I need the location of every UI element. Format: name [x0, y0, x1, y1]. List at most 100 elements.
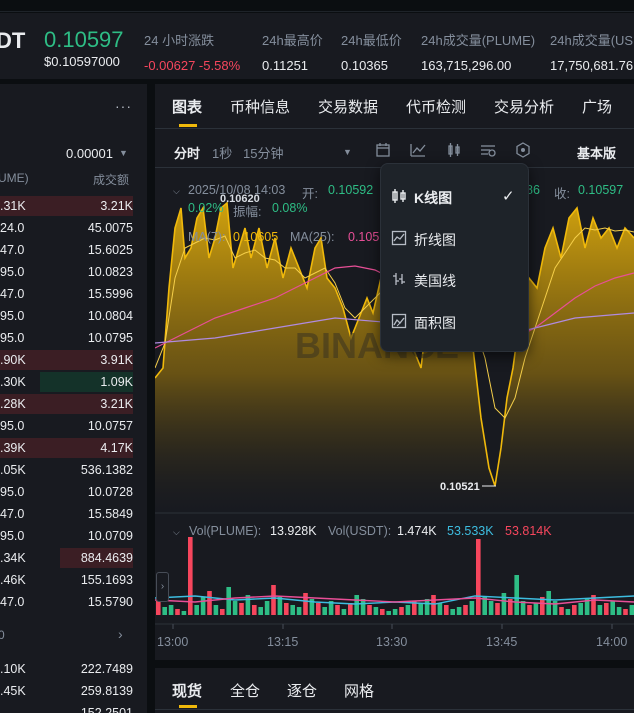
chevron-right-icon[interactable]: ›	[118, 626, 123, 642]
tab-spot[interactable]: 现货	[172, 680, 202, 701]
orderbook-row[interactable]: 47.0 15.5790	[0, 591, 133, 613]
collapse-chevron-icon[interactable]: ⌵	[173, 186, 180, 197]
collapse-chevron-icon[interactable]: ⌵	[173, 527, 180, 538]
tab-trading-data[interactable]: 交易数据	[318, 96, 378, 117]
trade-row[interactable]: .45K 259.8139	[0, 680, 133, 702]
chart-type-label: 美国线	[414, 273, 456, 289]
row-total: 10.0757	[87, 419, 133, 433]
volume-bar	[380, 609, 385, 615]
orderbook-row[interactable]: 95.0 10.0757	[0, 415, 133, 437]
orderbook-row[interactable]: .46K 155.1693	[0, 569, 133, 591]
volume-bar	[444, 605, 449, 615]
interval-15m[interactable]: 15分钟	[243, 143, 283, 162]
vol-plume-label: Vol(PLUME):	[189, 524, 262, 538]
chevron-down-icon[interactable]: ▼	[119, 148, 128, 158]
orderbook-row[interactable]: .28K 3.21K	[0, 393, 133, 415]
orderbook-row[interactable]: .31K 3.21K	[0, 195, 133, 217]
tab-coin-info[interactable]: 币种信息	[230, 96, 290, 117]
chart-type-area[interactable]: 面积图	[381, 303, 528, 339]
volume-bar	[424, 599, 430, 615]
expand-panel-button[interactable]: ›	[156, 572, 169, 602]
symbol-name[interactable]: DT	[0, 28, 25, 54]
tab-chart[interactable]: 图表	[172, 96, 202, 117]
ohlc-amp-label: 振幅:	[233, 205, 262, 219]
stat-value: 17,750,681.76	[550, 58, 634, 73]
row-total: 10.0728	[87, 485, 133, 499]
row-amount: .30K	[0, 375, 26, 389]
orderbook-row[interactable]: 95.0 10.0709	[0, 525, 133, 547]
volume-bar	[239, 603, 244, 615]
stat-label: 24h最低价	[341, 33, 402, 48]
chart-type-line[interactable]: 折线图	[381, 220, 528, 256]
volume-bar	[348, 603, 353, 615]
tab-square[interactable]: 广场	[582, 96, 612, 117]
trade-row[interactable]: .10K 222.7489	[0, 658, 133, 680]
stat-value: 0.10365	[341, 58, 388, 73]
volume-bar	[232, 601, 238, 615]
area-chart-icon	[391, 313, 407, 329]
indicator-icon[interactable]	[410, 142, 426, 158]
orderbook-row[interactable]: 47.0 15.5849	[0, 503, 133, 525]
volume-bar	[168, 605, 174, 615]
hexagon-settings-icon[interactable]	[515, 142, 531, 158]
volume-bar	[156, 601, 161, 615]
more-options-icon[interactable]: ···	[115, 98, 132, 114]
orderbook-row[interactable]: .30K 1.09K	[0, 371, 133, 393]
orderbook-row[interactable]: .05K 536.1382	[0, 459, 133, 481]
orderbook-row[interactable]: 95.0 10.0728	[0, 481, 133, 503]
stat-label: 24h最高价	[262, 33, 323, 48]
time-tick: 13:00	[157, 635, 189, 649]
row-amount: .05K	[0, 463, 26, 477]
ohlc-open-label: 开:	[302, 187, 318, 201]
orderbook-row[interactable]: 95.0 10.0804	[0, 305, 133, 327]
divider	[155, 128, 634, 129]
orderbook-row[interactable]: 95.0 10.0795	[0, 327, 133, 349]
tab-token-check[interactable]: 代币检测	[406, 96, 466, 117]
tab-grid[interactable]: 网格	[344, 680, 374, 701]
orderbook-row[interactable]: .34K 884.4639	[0, 547, 133, 569]
stat-label: 24 小时涨跌	[144, 33, 215, 48]
settings-sliders-icon[interactable]	[480, 142, 496, 158]
tab-isolated[interactable]: 逐仓	[287, 680, 317, 701]
trade-panel	[155, 668, 634, 713]
orderbook-row[interactable]: 47.0 15.6025	[0, 239, 133, 261]
volume-bar	[450, 609, 455, 615]
chart-type-ohlc[interactable]: 美国线	[381, 261, 528, 297]
calendar-icon[interactable]	[375, 142, 391, 158]
chart-type-label: K线图	[414, 190, 453, 206]
candlestick-icon[interactable]	[446, 142, 462, 158]
orderbook-row[interactable]: 47.0 15.5996	[0, 283, 133, 305]
chart-type-candlestick[interactable]: K线图 ✓	[381, 178, 528, 214]
row-total: 884.4639	[80, 551, 133, 565]
volume-bar	[335, 605, 340, 615]
interval-1s[interactable]: 1秒	[212, 143, 232, 162]
tab-trade-analysis[interactable]: 交易分析	[494, 96, 554, 117]
orderbook-row[interactable]: 95.0 10.0823	[0, 261, 133, 283]
row-amount: 47.0	[0, 507, 25, 521]
row-total: 3.21K	[100, 397, 133, 411]
row-amount: .10K	[0, 662, 26, 676]
volume-bar	[213, 605, 219, 615]
usd-price: $0.10597000	[44, 54, 120, 69]
volume-bar	[572, 605, 577, 615]
row-amount: .45K	[0, 684, 26, 698]
row-amount: .31K	[0, 199, 26, 213]
orderbook-row[interactable]: .39K 4.17K	[0, 437, 133, 459]
orderbook-row[interactable]: .90K 3.91K	[0, 349, 133, 371]
trade-row[interactable]: 152.2501	[0, 702, 133, 713]
orderbook-row[interactable]: 24.0 45.0075	[0, 217, 133, 239]
time-tick: 13:15	[267, 635, 299, 649]
volume-bar	[290, 605, 295, 615]
tab-cross[interactable]: 全仓	[230, 680, 260, 701]
precision-select[interactable]: 0.00001	[66, 146, 113, 161]
candlestick-icon	[392, 189, 406, 203]
row-total: 259.8139	[80, 684, 133, 698]
volume-bar	[456, 607, 462, 615]
row-total: 536.1382	[80, 463, 133, 477]
basic-view-toggle[interactable]: 基本版	[577, 143, 616, 162]
ohlc-amp: 0.08%	[272, 201, 308, 215]
row-amount: 95.0	[0, 331, 25, 345]
interval-dropdown-icon[interactable]: ▼	[343, 147, 352, 157]
line-chart-icon	[391, 230, 407, 246]
interval-time-line[interactable]: 分时	[174, 143, 200, 162]
